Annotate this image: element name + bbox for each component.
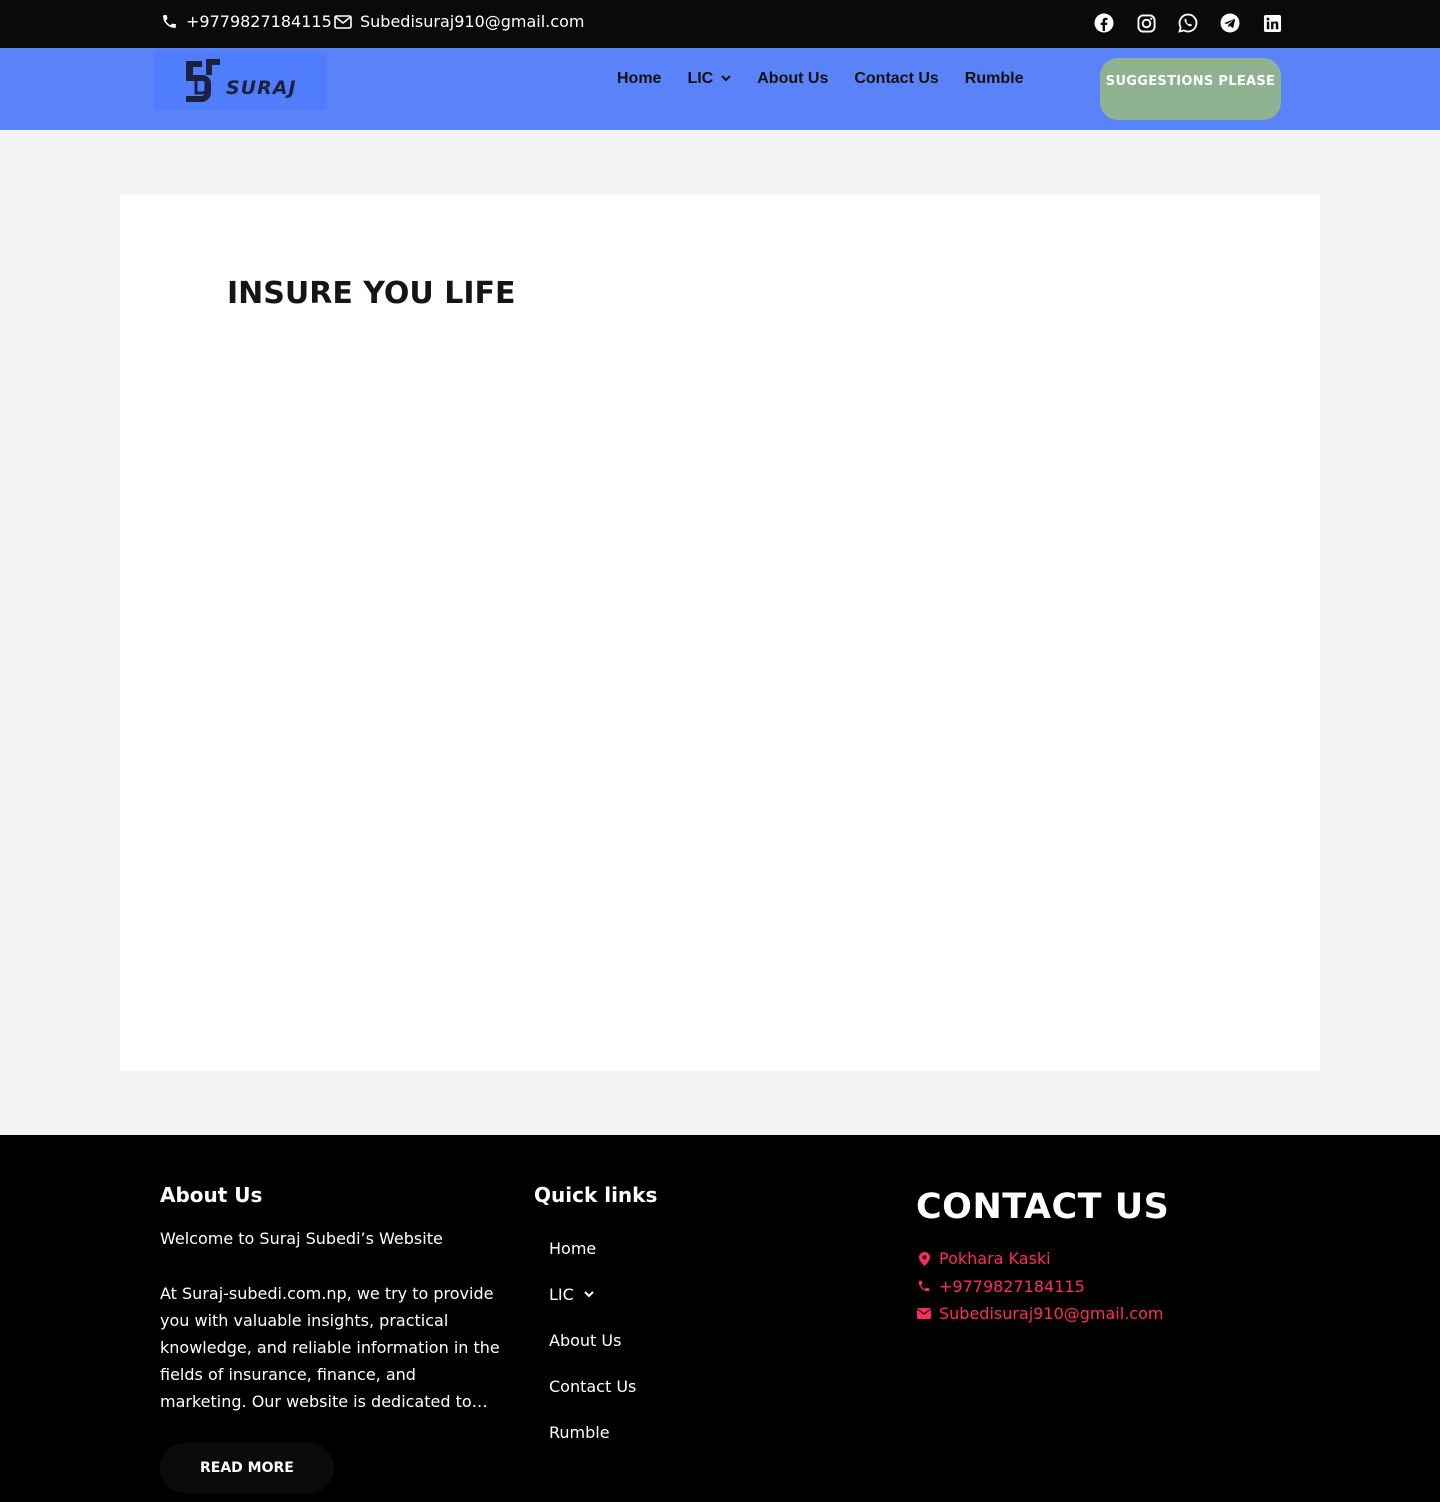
topbar-phone-text: +9779827184115 [186, 12, 332, 31]
footer-email-text: Subedisuraj910@gmail.com [939, 1304, 1164, 1324]
footer-link-lic[interactable]: LIC [549, 1271, 834, 1317]
linkedin-icon[interactable] [1262, 12, 1282, 34]
footer-contact-heading: CONTACT US [916, 1187, 1170, 1227]
instagram-icon[interactable] [1136, 12, 1156, 34]
footer-quick-links: Quick links Home LIC About Us Contact Us… [534, 1183, 834, 1455]
logo-text: SURAJ [226, 77, 297, 99]
nav-item-rumble[interactable]: Rumble [965, 70, 1024, 88]
nav-item-about[interactable]: About Us [757, 70, 828, 88]
read-more-button[interactable]: READ MORE [160, 1443, 334, 1493]
primary-nav: Home LIC About Us Contact Us Rumble [617, 70, 1049, 88]
nav-item-label: Contact Us [854, 70, 939, 87]
footer-about-body: At Suraj-subedi.com.np, we try to provid… [160, 1284, 500, 1411]
footer-link-contact[interactable]: Contact Us [549, 1363, 834, 1409]
main-header: SURAJ Home LIC About Us Contact Us Rumbl… [0, 48, 1440, 130]
footer-location-text: Pokhara Kaski [939, 1249, 1051, 1269]
footer-about: About Us Welcome to Suraj Subedi’s Websi… [160, 1183, 505, 1493]
nav-item-label: LIC [687, 70, 714, 87]
map-marker-icon [916, 1251, 932, 1266]
logo-mark-icon [186, 59, 220, 102]
footer-link-rumble[interactable]: Rumble [549, 1409, 834, 1455]
chevron-down-icon [584, 1288, 594, 1301]
envelope-icon [334, 13, 352, 31]
chevron-down-icon [721, 73, 731, 85]
telegram-icon[interactable] [1220, 12, 1240, 34]
page-title: INSURE YOU LIFE [227, 276, 516, 311]
nav-item-lic[interactable]: LIC [687, 70, 731, 88]
top-bar: +9779827184115 Subedisuraj910@gmail.com [0, 0, 1440, 48]
footer-about-welcome: Welcome to Suraj Subedi’s Website [160, 1229, 443, 1248]
suggestions-button[interactable]: SUGGESTIONS PLEASE [1100, 58, 1281, 120]
site-footer: About Us Welcome to Suraj Subedi’s Websi… [0, 1135, 1440, 1502]
phone-icon [916, 1279, 932, 1293]
nav-item-home[interactable]: Home [617, 70, 661, 88]
footer-contact: CONTACT US Pokhara Kaski +9779827184115 … [916, 1187, 1316, 1328]
topbar-email[interactable]: Subedisuraj910@gmail.com [334, 12, 584, 31]
footer-about-heading: About Us [160, 1183, 263, 1207]
phone-icon [160, 13, 178, 31]
footer-link-label: Rumble [549, 1422, 610, 1442]
whatsapp-icon[interactable] [1178, 12, 1198, 34]
nav-item-label: Rumble [964, 70, 1024, 87]
footer-link-label: Home [549, 1238, 597, 1258]
footer-links-heading: Quick links [534, 1183, 658, 1207]
footer-link-label: Contact Us [549, 1376, 637, 1396]
nav-item-label: About Us [757, 70, 829, 87]
footer-link-label: LIC [549, 1284, 574, 1304]
footer-phone[interactable]: +9779827184115 [916, 1273, 1316, 1301]
topbar-phone[interactable]: +9779827184115 [160, 12, 332, 31]
nav-item-contact[interactable]: Contact Us [854, 70, 938, 88]
site-logo[interactable]: SURAJ [154, 52, 327, 110]
footer-links-list: Home LIC About Us Contact Us Rumble [534, 1225, 834, 1455]
footer-link-about[interactable]: About Us [549, 1317, 834, 1363]
social-links [1094, 12, 1282, 34]
footer-link-home[interactable]: Home [549, 1225, 834, 1271]
footer-phone-text: +9779827184115 [939, 1276, 1085, 1296]
facebook-icon[interactable] [1094, 12, 1114, 34]
footer-email[interactable]: Subedisuraj910@gmail.com [916, 1300, 1316, 1328]
content-card: INSURE YOU LIFE [120, 194, 1320, 1071]
footer-location: Pokhara Kaski [916, 1245, 1316, 1273]
nav-item-label: Home [617, 70, 662, 87]
footer-link-label: About Us [549, 1330, 622, 1350]
topbar-email-text: Subedisuraj910@gmail.com [360, 12, 585, 31]
envelope-icon [916, 1308, 932, 1320]
